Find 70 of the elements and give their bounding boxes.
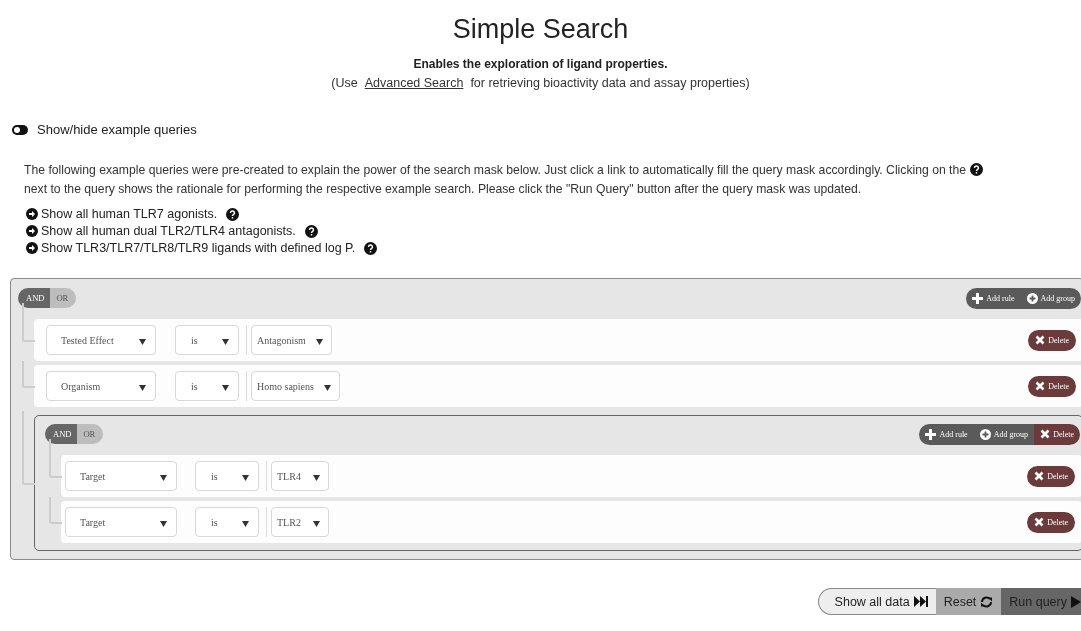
condition-toggle[interactable]: OR	[77, 424, 104, 444]
add-group-button[interactable]: Add group	[1020, 287, 1081, 309]
value-select[interactable]: TLR4	[271, 461, 329, 491]
note-text: for retrieving bioactivity data and assay properties)	[470, 76, 750, 90]
caret-icon	[160, 520, 167, 527]
page-title: Simple Search	[452, 14, 629, 45]
caret-icon	[222, 384, 229, 391]
delete-button[interactable]: Delete	[1034, 423, 1080, 445]
note-text: (Use	[331, 76, 358, 90]
caret-icon	[313, 520, 320, 527]
close-icon	[1035, 335, 1046, 345]
plus-icon	[925, 428, 937, 440]
plus-circle-icon	[1026, 292, 1038, 304]
value-select[interactable]: Homo sapiens	[251, 371, 340, 401]
field-select[interactable]: Organism	[46, 371, 156, 401]
plus-circle-icon	[979, 428, 991, 440]
example-query-link[interactable]: Show all human dual TLR2/TLR4 antagonists.	[41, 224, 296, 238]
operator-select[interactable]: is	[195, 461, 259, 491]
refresh-icon	[980, 595, 994, 608]
add-rule-button[interactable]: Add rule	[919, 423, 974, 445]
operator-select[interactable]: is	[175, 325, 239, 355]
help-icon[interactable]	[364, 241, 378, 255]
help-icon[interactable]	[970, 163, 984, 176]
fast-forward-icon	[913, 596, 928, 607]
toggle-label[interactable]: Show/hide example queries	[37, 122, 197, 137]
field-select[interactable]: Target	[65, 507, 177, 537]
delete-button[interactable]: Delete	[1028, 329, 1076, 351]
description-text: The following example queries were pre-created to explain the power of the search mask below. Just click a link to automatically fill the query mask accordingly. Clicking on the	[24, 163, 967, 177]
caret-icon	[242, 520, 249, 527]
close-icon	[1034, 471, 1045, 481]
arrow-circle-icon	[26, 242, 38, 254]
description-text: next to the query shows the rationale for performing the respective example search. Please click the "Run Query" button after the query mask was updated.	[24, 182, 862, 196]
condition-toggle[interactable]: AND	[18, 288, 51, 308]
caret-icon	[242, 474, 249, 481]
reset-button[interactable]: Reset	[935, 588, 1002, 615]
advanced-search-link[interactable]: Advanced Search	[364, 76, 464, 90]
delete-button[interactable]: Delete	[1028, 375, 1076, 397]
arrow-circle-icon	[26, 225, 38, 237]
close-icon	[1040, 429, 1051, 439]
caret-icon	[139, 384, 146, 391]
arrow-circle-icon	[26, 208, 38, 220]
caret-icon	[313, 474, 320, 481]
condition-toggle[interactable]: OR	[50, 288, 77, 308]
field-select[interactable]: Target	[65, 461, 177, 491]
add-group-button[interactable]: Add group	[973, 423, 1035, 445]
condition-toggle[interactable]: AND	[45, 424, 78, 444]
delete-button[interactable]: Delete	[1027, 465, 1075, 487]
add-rule-button[interactable]: Add rule	[966, 287, 1021, 309]
subtitle: Enables the exploration of ligand properties.	[413, 57, 668, 71]
play-icon	[1071, 595, 1081, 608]
value-select[interactable]: Antagonism	[251, 325, 332, 355]
show-all-data-button[interactable]: Show all data	[817, 588, 936, 615]
close-icon	[1035, 381, 1046, 391]
toggle-icon[interactable]	[12, 124, 28, 135]
close-icon	[1034, 517, 1045, 527]
delete-button[interactable]: Delete	[1027, 511, 1075, 533]
plus-icon	[972, 292, 984, 304]
field-select[interactable]: Tested Effect	[46, 325, 156, 355]
example-query-link[interactable]: Show TLR3/TLR7/TLR8/TLR9 ligands with defined log P.	[41, 241, 356, 255]
caret-icon	[160, 474, 167, 481]
value-select[interactable]: TLR2	[271, 507, 329, 537]
caret-icon	[315, 338, 323, 345]
operator-select[interactable]: is	[175, 371, 239, 401]
caret-icon	[222, 338, 229, 345]
example-query-link[interactable]: Show all human TLR7 agonists.	[41, 207, 218, 221]
caret-icon	[323, 384, 331, 391]
help-icon[interactable]	[226, 207, 240, 221]
caret-icon	[139, 338, 146, 345]
operator-select[interactable]: is	[195, 507, 259, 537]
help-icon[interactable]	[304, 224, 318, 238]
